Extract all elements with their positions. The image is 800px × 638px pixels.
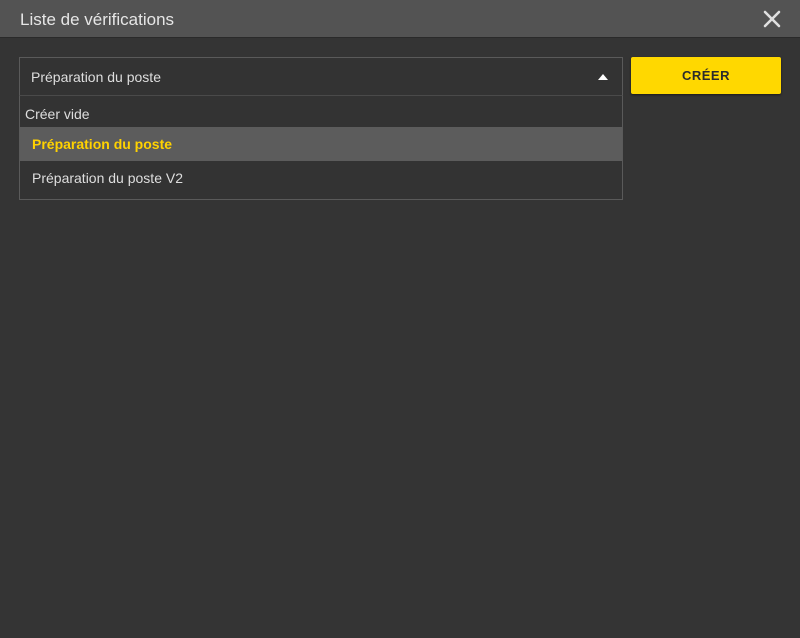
caret-up-icon xyxy=(598,74,608,80)
template-dropdown-list: Créer vide Préparation du poste Préparat… xyxy=(19,96,623,200)
option-preparation-du-poste[interactable]: Préparation du poste xyxy=(20,127,622,161)
create-button[interactable]: CRÉER xyxy=(631,57,781,94)
dialog-titlebar: Liste de vérifications xyxy=(0,0,800,38)
option-create-empty[interactable]: Créer vide xyxy=(25,106,90,122)
close-icon[interactable] xyxy=(762,9,782,29)
checklist-dialog: Liste de vérifications Préparation du po… xyxy=(0,0,800,638)
select-value: Préparation du poste xyxy=(31,69,161,85)
option-label: Préparation du poste V2 xyxy=(32,170,183,186)
option-preparation-du-poste-v2[interactable]: Préparation du poste V2 xyxy=(20,161,622,195)
create-button-label: CRÉER xyxy=(681,68,730,83)
option-label: Préparation du poste xyxy=(32,136,173,152)
dialog-title: Liste de vérifications xyxy=(20,10,175,29)
checklist-template-select[interactable]: Préparation du poste xyxy=(19,57,623,96)
